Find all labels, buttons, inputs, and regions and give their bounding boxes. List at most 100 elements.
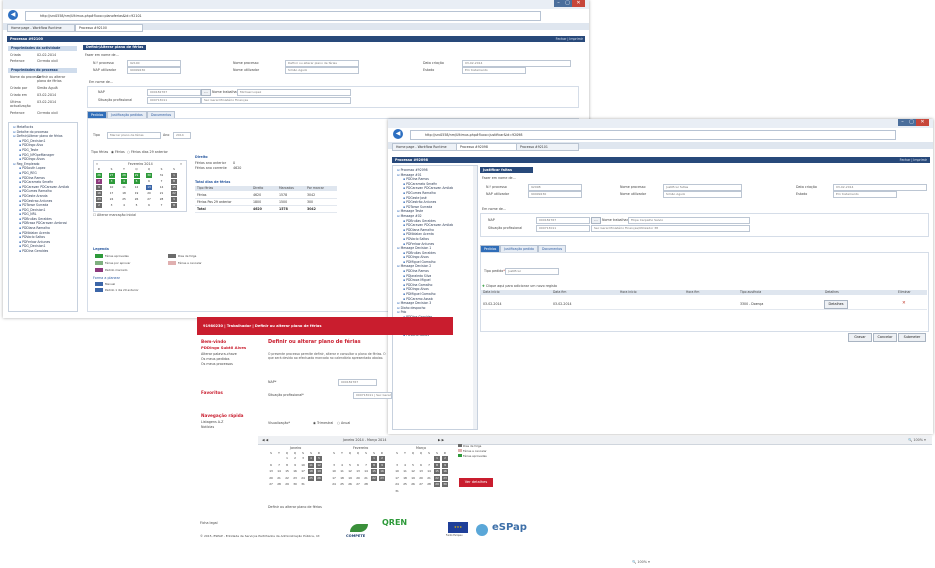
calendar-day[interactable]: 6 <box>268 463 274 468</box>
tipo-select[interactable]: Justificar <box>505 268 559 275</box>
footer-link[interactable]: Ficha legal <box>200 521 218 525</box>
maximize-button[interactable]: ▢ <box>563 0 572 7</box>
calendar-day[interactable]: 13 <box>146 185 152 190</box>
calendar-day[interactable]: 4 <box>402 463 408 468</box>
calendar-day[interactable]: 22 <box>434 475 440 481</box>
calendar-day[interactable]: 15 <box>171 185 177 190</box>
top-links[interactable]: Fechar | Imprimir <box>556 37 583 41</box>
calendar-day[interactable]: 5 <box>133 179 140 184</box>
calendar-day[interactable]: 23 <box>292 476 298 481</box>
calendar-day[interactable]: 3 <box>394 463 400 468</box>
calendar-day[interactable]: 16 <box>379 469 385 474</box>
calendar-day[interactable]: 22 <box>371 475 377 481</box>
calendar-day[interactable]: 11 <box>402 469 408 474</box>
calendar-day[interactable]: 3 <box>109 203 115 208</box>
calendar-day[interactable]: 6 <box>355 463 361 468</box>
radio-trimestral[interactable]: ◉ Trimestral <box>313 421 333 425</box>
calendar-day[interactable]: 25 <box>402 482 408 487</box>
calendar-day[interactable]: 12 <box>134 185 140 190</box>
browser-tab-home[interactable]: Home page - Workflow Runtime <box>392 143 460 151</box>
calendar-day[interactable]: 2 <box>96 203 102 208</box>
calendar-day[interactable]: 25 <box>308 475 314 481</box>
quick-nav-item[interactable]: Listagens A-Z <box>201 420 223 424</box>
calendar-day[interactable]: 14 <box>159 185 165 190</box>
address-bar[interactable]: http://srv0558/nm/Ultimus.php#fluxo=just… <box>410 130 896 140</box>
calendar-day[interactable]: 8 <box>284 463 290 468</box>
calendar-day[interactable]: 7 <box>159 179 165 184</box>
top-links[interactable]: Fechar | Imprimir <box>900 158 927 162</box>
submit-button[interactable]: Submeter <box>898 333 926 342</box>
delete-icon[interactable]: ✕ <box>902 301 906 306</box>
calendar-day[interactable]: 23 <box>96 197 102 202</box>
calendar-day[interactable]: 20 <box>418 476 424 481</box>
calendar-day[interactable]: 23 <box>379 475 385 481</box>
ano-select[interactable]: 2014 <box>173 132 191 139</box>
menu-item[interactable]: Os meus processos <box>201 362 233 366</box>
calendar-day[interactable]: 27 <box>418 482 424 487</box>
add-row-link[interactable]: ✚ Clique aqui para adicionar um novo reg… <box>482 284 557 288</box>
calendar-day[interactable]: 30 <box>292 482 298 487</box>
calendar-day[interactable]: 18 <box>402 476 408 481</box>
calendar-day[interactable]: 3 <box>331 463 337 468</box>
calendar-day[interactable]: 11 <box>339 469 345 474</box>
calendar-day[interactable]: 6 <box>418 463 424 468</box>
alterar-checkbox[interactable]: ☐ Alterar marcação inicial <box>93 213 136 217</box>
calendar-day[interactable]: 4 <box>121 203 127 208</box>
calendar-day[interactable]: 31 <box>300 482 306 487</box>
calendar-day[interactable]: 9 <box>442 462 448 468</box>
calendar-day[interactable]: 17 <box>394 476 400 481</box>
calendar-day[interactable]: 30 <box>146 173 152 178</box>
calendar-day[interactable]: 29 <box>284 482 290 487</box>
calendar-day[interactable]: 8 <box>171 203 177 208</box>
calendar-day[interactable]: 26 <box>96 173 102 178</box>
calendar-day[interactable]: 2 <box>379 456 385 461</box>
calendar-day[interactable]: 18 <box>121 191 127 196</box>
calendar-day[interactable]: 19 <box>134 191 140 196</box>
calendar-day[interactable]: 16 <box>442 469 448 474</box>
calendar-day[interactable]: 6 <box>146 203 152 208</box>
calendar-day[interactable]: 7 <box>426 463 432 468</box>
cal-next[interactable]: » <box>180 162 182 166</box>
calendar-grid[interactable]: D S T Q Q S S 26 27 28 29 30 31 1 2 3 4 5 6 7 8 9 10 11 12 13 14 15… <box>96 167 184 209</box>
calendar-day[interactable]: 31 <box>394 489 400 494</box>
calendar-day[interactable]: 9 <box>96 185 102 190</box>
calendar-day[interactable]: 24 <box>394 482 400 487</box>
calendar-day[interactable]: 30 <box>442 482 448 487</box>
back-button[interactable]: ◀ <box>393 129 403 139</box>
calendar-day[interactable]: 21 <box>276 476 282 481</box>
calendar-day[interactable]: 24 <box>300 476 306 481</box>
calendar-day[interactable]: 3 <box>108 179 115 184</box>
calendar-day[interactable]: 22 <box>171 191 177 196</box>
calendar-day[interactable]: 8 <box>171 179 177 184</box>
calendar-day[interactable]: 2 <box>442 456 448 461</box>
details-button[interactable]: Detalhes <box>824 300 848 309</box>
calendar-day[interactable]: 15 <box>434 469 440 474</box>
calendar-day[interactable]: 13 <box>355 469 361 474</box>
calendar-day[interactable]: 9 <box>379 462 385 468</box>
cal-prev[interactable]: « <box>96 162 98 166</box>
calendar-day[interactable]: 17 <box>109 191 115 196</box>
details-button[interactable]: Ver detalhes <box>459 478 493 487</box>
calendar-day[interactable]: 29 <box>434 482 440 487</box>
process-tree[interactable]: ⊟ Metaflocks ⊟ Detalhe do processo ⊟ Defin… <box>11 125 69 254</box>
radio-ferias-anterior[interactable]: ○ Férias dias 29 anterior <box>127 150 168 154</box>
calendar-day[interactable]: 5 <box>347 463 353 468</box>
calendar-day[interactable]: 28 <box>426 482 432 487</box>
calendar-day[interactable]: 19 <box>347 476 353 481</box>
calendar-day[interactable]: 21 <box>363 476 369 481</box>
calendar-day[interactable]: 7 <box>159 203 165 208</box>
calendar-day[interactable]: 28 <box>363 482 369 487</box>
radio-anual[interactable]: ○ Anual <box>337 421 350 425</box>
calendar-day[interactable]: 19 <box>410 476 416 481</box>
nap-search-button[interactable]: … <box>201 89 211 96</box>
calendar-day[interactable]: 10 <box>394 469 400 474</box>
calendar-day[interactable]: 17 <box>331 476 337 481</box>
calendar-day[interactable]: 1 <box>171 197 177 202</box>
calendar-day[interactable]: 8 <box>434 462 440 468</box>
calendar-day[interactable]: 24 <box>109 197 115 202</box>
calendar-day[interactable]: 2 <box>292 456 298 461</box>
calendar-day[interactable]: 17 <box>300 469 306 474</box>
calendar-day[interactable]: 7 <box>363 463 369 468</box>
favorites-title[interactable]: Favoritos <box>201 390 223 395</box>
calendar-day[interactable]: 29 <box>133 173 140 178</box>
